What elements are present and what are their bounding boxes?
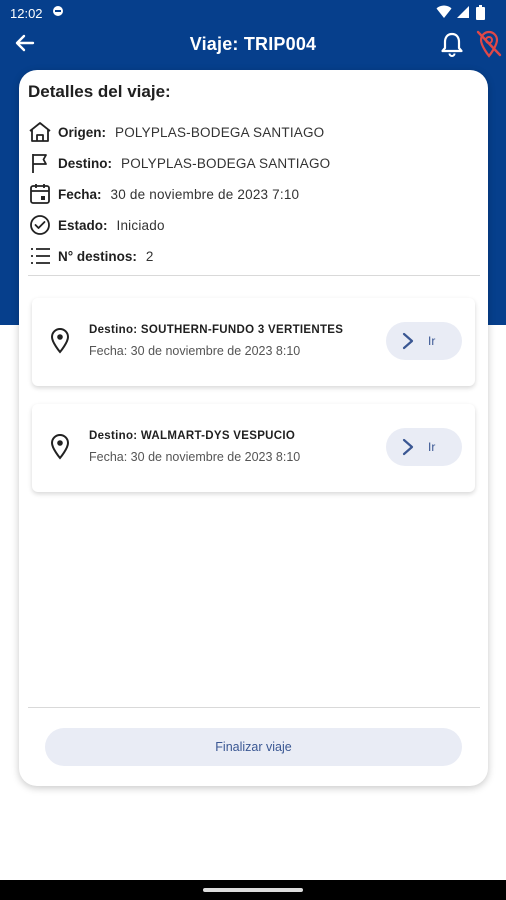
date-label: Fecha:: [58, 186, 102, 202]
page-title: Viaje: TRIP004: [189, 34, 317, 54]
cellular-icon: [456, 5, 470, 22]
go-button-label: Ir: [428, 334, 436, 348]
origin-label: Origen:: [58, 124, 107, 140]
destination-title: Destino: WALMART-DYS VESPUCIO: [89, 430, 295, 442]
destination-label: Destino:: [89, 324, 138, 336]
location-pin-icon: [50, 434, 70, 460]
detail-row-date: Fecha: 30 de noviembre de 2023 7:10: [28, 182, 299, 206]
status-label: Estado:: [58, 217, 108, 233]
destination-card: Destino: SOUTHERN-FUNDO 3 VERTIENTES Fec…: [32, 298, 475, 386]
status-circle-icon: [52, 5, 64, 20]
destination-value: POLYPLAS-BODEGA SANTIAGO: [121, 155, 331, 171]
finish-trip-button[interactable]: Finalizar viaje: [45, 728, 462, 766]
flag-icon: [32, 154, 47, 173]
location-pin-icon: [50, 328, 70, 354]
destination-name: WALMART-DYS VESPUCIO: [140, 430, 296, 442]
chevron-right-icon: [402, 332, 414, 350]
calendar-icon: [30, 184, 50, 204]
status-bar: 12:02: [0, 0, 506, 26]
navigation-bar: [0, 880, 506, 900]
destination-label: Destino:: [89, 430, 138, 442]
status-time: 12:02: [10, 6, 43, 21]
app-bar: Viaje: TRIP004: [0, 26, 506, 62]
origin-value: POLYPLAS-BODEGA SANTIAGO: [115, 124, 325, 140]
home-gesture-handle[interactable]: [203, 888, 303, 892]
trip-details-heading: Detalles del viaje:: [28, 82, 171, 101]
detail-row-origin: Origen: POLYPLAS-BODEGA SANTIAGO: [28, 120, 324, 144]
status-value: Iniciado: [116, 217, 165, 233]
battery-icon: [476, 5, 485, 23]
detail-row-destination: Destino: POLYPLAS-BODEGA SANTIAGO: [28, 151, 330, 175]
divider: [28, 707, 480, 708]
go-button[interactable]: Ir: [386, 322, 462, 360]
detail-row-status: Estado: Iniciado: [28, 213, 165, 237]
go-button-label: Ir: [428, 440, 436, 454]
destination-date: Fecha: 30 de noviembre de 2023 8:10: [89, 344, 301, 358]
check-circle-icon: [30, 215, 50, 235]
destination-date: Fecha: 30 de noviembre de 2023 8:10: [89, 450, 301, 464]
divider: [28, 275, 480, 276]
destination-title: Destino: SOUTHERN-FUNDO 3 VERTIENTES: [89, 324, 343, 336]
destination-label: Destino:: [58, 155, 112, 171]
house-icon: [29, 122, 51, 142]
location-off-icon[interactable]: [475, 29, 503, 64]
date-value: 30 de noviembre de 2023 7:10: [110, 186, 300, 202]
destinations-count-label: N° destinos:: [58, 248, 137, 264]
bell-icon[interactable]: [438, 30, 466, 63]
destination-card: Destino: WALMART-DYS VESPUCIO Fecha: 30 …: [32, 404, 475, 492]
numbered-list-icon: [31, 248, 50, 264]
destination-name: SOUTHERN-FUNDO 3 VERTIENTES: [140, 324, 344, 336]
chevron-right-icon: [402, 438, 414, 456]
detail-row-destinations-count: N° destinos: 2: [28, 244, 154, 268]
destinations-count-value: 2: [145, 248, 154, 264]
trip-details-card: Detalles del viaje: Origen: POLYPLAS-BOD…: [19, 70, 488, 786]
go-button[interactable]: Ir: [386, 428, 462, 466]
wifi-icon: [436, 5, 452, 22]
